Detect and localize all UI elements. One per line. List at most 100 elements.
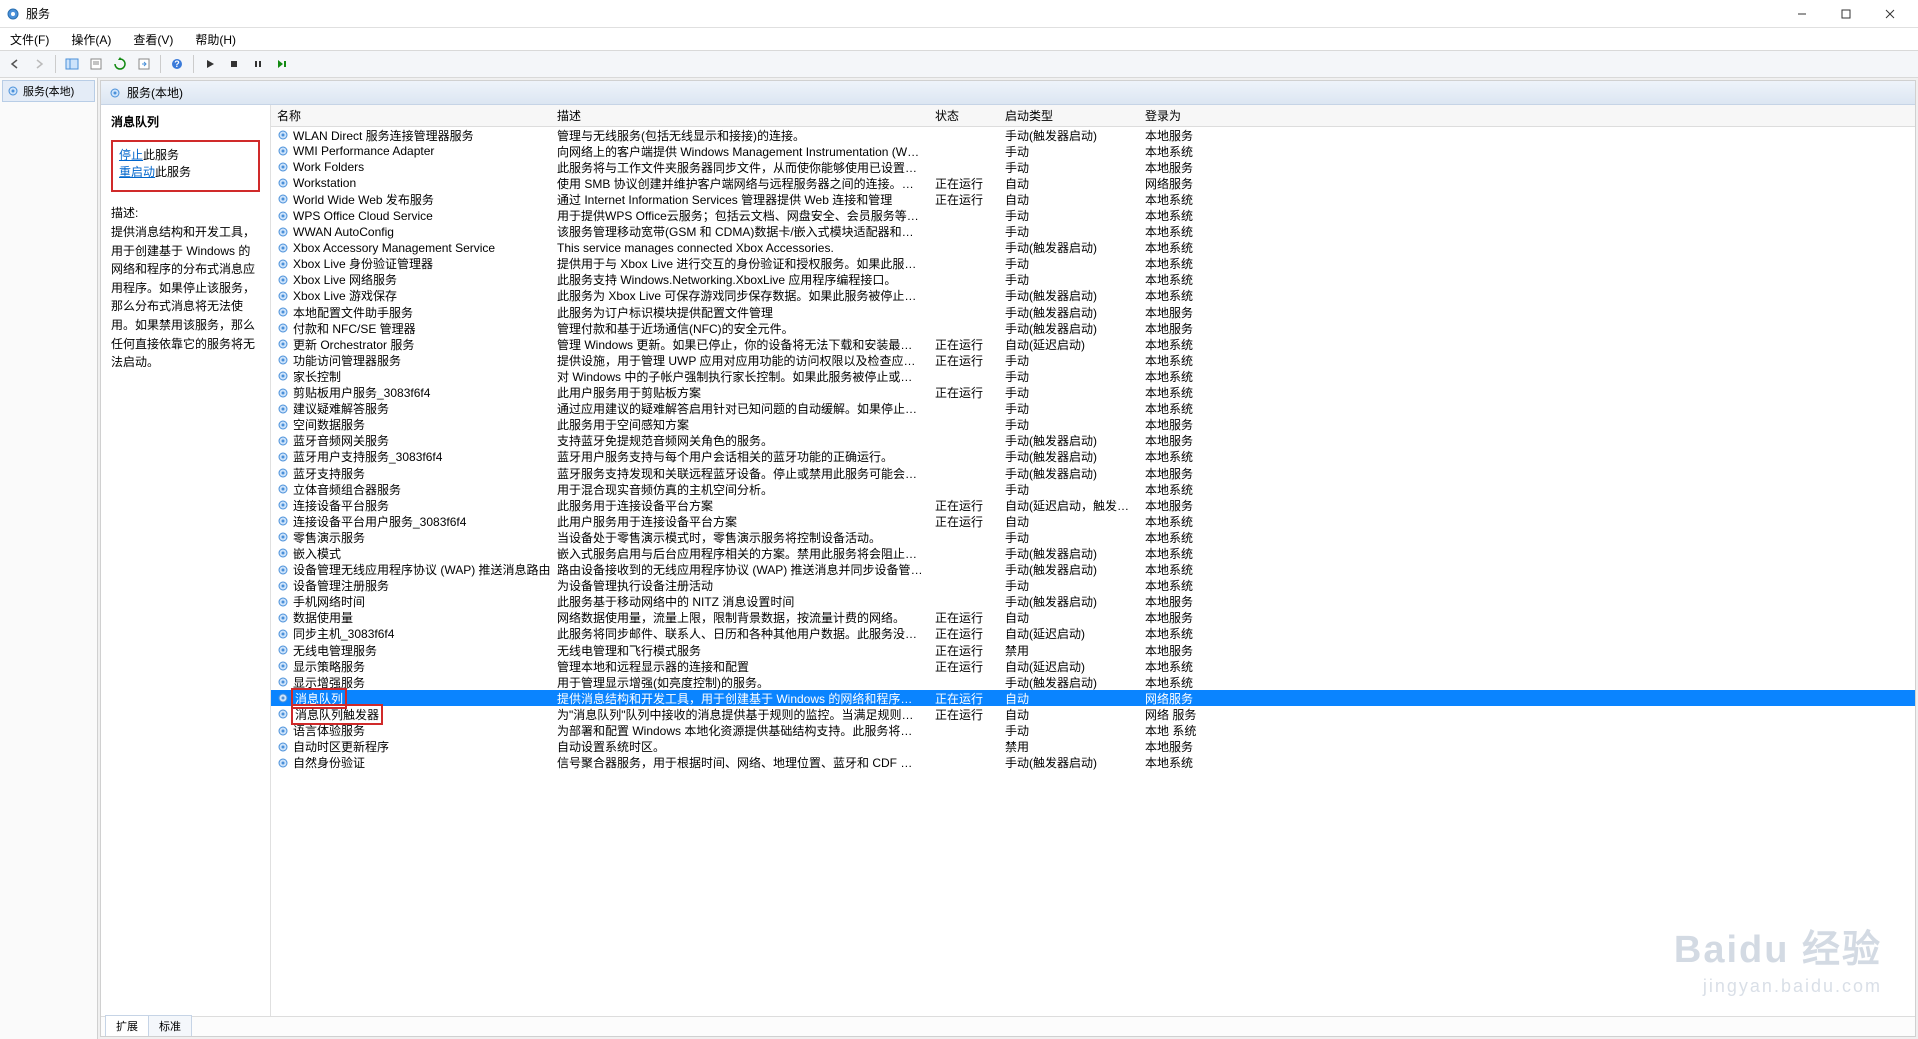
gear-icon (277, 612, 289, 624)
service-logon-as: 本地系统 (1139, 658, 1259, 675)
service-row[interactable]: WLAN Direct 服务连接管理器服务管理与无线服务(包括无线显示和接接)的… (271, 127, 1915, 143)
col-header-logon-as[interactable]: 登录为 (1139, 107, 1259, 124)
action-highlight-box: 停止此服务 重启动此服务 (111, 140, 260, 192)
service-row[interactable]: Xbox Live 游戏保存此服务为 Xbox Live 可保存游戏同步保存数据… (271, 288, 1915, 304)
service-description: 网络数据使用量，流量上限，限制背景数据，按流量计费的网络。 (551, 609, 929, 626)
service-row[interactable]: 手机网络时间此服务基于移动网络中的 NITZ 消息设置时间手动(触发器启动)本地… (271, 594, 1915, 610)
service-row[interactable]: Xbox Accessory Management ServiceThis se… (271, 240, 1915, 256)
service-row[interactable]: 连接设备平台服务此服务用于连接设备平台方案正在运行自动(延迟启动，触发器启动)本… (271, 497, 1915, 513)
service-status: 正在运行 (929, 690, 999, 707)
menu-file[interactable]: 文件(F) (6, 29, 53, 50)
service-row[interactable]: 零售演示服务当设备处于零售演示模式时，零售演示服务将控制设备活动。手动本地系统 (271, 529, 1915, 545)
service-description: 管理付款和基于近场通信(NFC)的安全元件。 (551, 320, 929, 337)
gear-icon (277, 354, 289, 366)
properties-button[interactable] (85, 53, 107, 75)
stop-service-link[interactable]: 停止 (119, 148, 143, 162)
service-row[interactable]: 剪贴板用户服务_3083f6f4此用户服务用于剪贴板方案正在运行手动本地系统 (271, 385, 1915, 401)
gear-icon (277, 338, 289, 350)
pause-service-button[interactable] (247, 53, 269, 75)
back-button[interactable] (4, 53, 26, 75)
service-row[interactable]: 设备管理注册服务为设备管理执行设备注册活动手动本地系统 (271, 578, 1915, 594)
restart-service-button[interactable] (271, 53, 293, 75)
menu-view[interactable]: 查看(V) (129, 29, 177, 50)
col-header-description[interactable]: 描述 (551, 107, 929, 124)
service-logon-as: 本地服务 (1139, 593, 1259, 610)
service-description: 蓝牙用户服务支持与每个用户会话相关的蓝牙功能的正确运行。 (551, 448, 929, 465)
service-row[interactable]: World Wide Web 发布服务通过 Internet Informati… (271, 191, 1915, 207)
service-startup-type: 手动(触发器启动) (999, 545, 1139, 562)
restart-service-link[interactable]: 重启动 (119, 165, 155, 179)
service-row[interactable]: Workstation使用 SMB 协议创建并维护客户端网络与远程服务器之间的连… (271, 175, 1915, 191)
service-startup-type: 手动 (999, 577, 1139, 594)
col-header-name[interactable]: 名称 (271, 107, 551, 124)
col-header-status[interactable]: 状态 (929, 107, 999, 124)
service-list[interactable]: 名称 描述 状态 启动类型 登录为 WLAN Direct 服务连接管理器服务管… (271, 105, 1915, 1016)
service-startup-type: 自动 (999, 609, 1139, 626)
service-row[interactable]: 付款和 NFC/SE 管理器管理付款和基于近场通信(NFC)的安全元件。手动(触… (271, 320, 1915, 336)
service-row[interactable]: 消息队列触发器为"消息队列"队列中接收的消息提供基于规则的监控。当满足规则条件时… (271, 706, 1915, 722)
service-logon-as: 本地系统 (1139, 561, 1259, 578)
service-row[interactable]: 蓝牙用户支持服务_3083f6f4蓝牙用户服务支持与每个用户会话相关的蓝牙功能的… (271, 449, 1915, 465)
help-button[interactable]: ? (166, 53, 188, 75)
service-logon-as: 本地系统 (1139, 368, 1259, 385)
service-row[interactable]: Work Folders此服务将与工作文件夹服务器同步文件，从而使你能够使用已设… (271, 159, 1915, 175)
service-row[interactable]: 自然身份验证信号聚合器服务，用于根据时间、网络、地理位置、蓝牙和 CDF 因素评… (271, 755, 1915, 771)
service-row[interactable]: 语言体验服务为部署和配置 Windows 本地化资源提供基础结构支持。此服务将按… (271, 722, 1915, 738)
service-row[interactable]: 蓝牙支持服务蓝牙服务支持发现和关联远程蓝牙设备。停止或禁用此服务可能会导致已安装… (271, 465, 1915, 481)
column-headers: 名称 描述 状态 启动类型 登录为 (271, 105, 1915, 127)
service-row[interactable]: 无线电管理服务无线电管理和飞行模式服务正在运行禁用本地服务 (271, 642, 1915, 658)
gear-icon (277, 193, 289, 205)
service-logon-as: 本地服务 (1139, 304, 1259, 321)
service-startup-type: 自动 (999, 706, 1139, 723)
service-row[interactable]: 建议疑难解答服务通过应用建议的疑难解答启用针对已知问题的自动缓解。如果停止，你的… (271, 401, 1915, 417)
refresh-button[interactable] (109, 53, 131, 75)
service-row[interactable]: 连接设备平台用户服务_3083f6f4此用户服务用于连接设备平台方案正在运行自动… (271, 513, 1915, 529)
gear-icon (277, 210, 289, 222)
service-row[interactable]: Xbox Live 身份验证管理器提供用于与 Xbox Live 进行交互的身份… (271, 256, 1915, 272)
gear-icon (277, 580, 289, 592)
minimize-button[interactable] (1780, 1, 1824, 27)
service-name: 语言体验服务 (293, 722, 365, 739)
service-logon-as: 本地系统 (1139, 384, 1259, 401)
service-row[interactable]: 自动时区更新程序自动设置系统时区。禁用本地服务 (271, 739, 1915, 755)
service-description: 提供消息结构和开发工具，用于创建基于 Windows 的网络和程序的分布式消息应… (551, 690, 929, 707)
service-row[interactable]: 嵌入模式嵌入式服务启用与后台应用程序相关的方案。禁用此服务将会阻止激活后台应用程… (271, 545, 1915, 561)
service-logon-as: 本地服务 (1139, 738, 1259, 755)
export-button[interactable] (133, 53, 155, 75)
service-row[interactable]: 数据使用量网络数据使用量，流量上限，限制背景数据，按流量计费的网络。正在运行自动… (271, 610, 1915, 626)
tab-extended[interactable]: 扩展 (105, 1015, 149, 1036)
service-row[interactable]: 蓝牙音频网关服务支持蓝牙免提规范音频网关角色的服务。手动(触发器启动)本地服务 (271, 433, 1915, 449)
service-row[interactable]: WPS Office Cloud Service用于提供WPS Office云服… (271, 207, 1915, 223)
start-service-button[interactable] (199, 53, 221, 75)
service-row[interactable]: 家长控制对 Windows 中的子帐户强制执行家长控制。如果此服务被停止或禁用，… (271, 368, 1915, 384)
stop-service-button[interactable] (223, 53, 245, 75)
service-name: 手机网络时间 (293, 593, 365, 610)
maximize-button[interactable] (1824, 1, 1868, 27)
description-text: 提供消息结构和开发工具，用于创建基于 Windows 的网络和程序的分布式消息应… (111, 223, 260, 372)
service-row[interactable]: 功能访问管理器服务提供设施，用于管理 UWP 应用对应用功能的访问权限以及检查应… (271, 352, 1915, 368)
service-startup-type: 手动(触发器启动) (999, 561, 1139, 578)
close-button[interactable] (1868, 1, 1912, 27)
col-header-startup-type[interactable]: 启动类型 (999, 107, 1139, 124)
footer-tabs: 扩展 标准 (101, 1016, 1915, 1036)
service-startup-type: 手动 (999, 384, 1139, 401)
service-row[interactable]: WMI Performance Adapter向网络上的客户端提供 Window… (271, 143, 1915, 159)
service-logon-as: 本地系统 (1139, 529, 1259, 546)
service-row[interactable]: 更新 Orchestrator 服务管理 Windows 更新。如果已停止，你的… (271, 336, 1915, 352)
service-row[interactable]: 显示策略服务管理本地和远程显示器的连接和配置正在运行自动(延迟启动)本地系统 (271, 658, 1915, 674)
service-row[interactable]: 设备管理无线应用程序协议 (WAP) 推送消息路由服务路由设备接收到的无线应用程… (271, 562, 1915, 578)
forward-button[interactable] (28, 53, 50, 75)
service-startup-type: 手动 (999, 255, 1139, 272)
service-row[interactable]: 空间数据服务此服务用于空间感知方案手动本地服务 (271, 417, 1915, 433)
service-row[interactable]: 同步主机_3083f6f4此服务将同步邮件、联系人、日历和各种其他用户数据。此服… (271, 626, 1915, 642)
tree-node-services-local[interactable]: 服务(本地) (2, 80, 95, 102)
service-row[interactable]: 立体音频组合器服务用于混合现实音频仿真的主机空间分析。手动本地系统 (271, 481, 1915, 497)
show-hide-tree-button[interactable] (61, 53, 83, 75)
service-row[interactable]: WWAN AutoConfig该服务管理移动宽带(GSM 和 CDMA)数据卡/… (271, 224, 1915, 240)
service-row[interactable]: 本地配置文件助手服务此服务为订户标识模块提供配置文件管理手动(触发器启动)本地服… (271, 304, 1915, 320)
menu-action[interactable]: 操作(A) (67, 29, 115, 50)
tab-standard[interactable]: 标准 (148, 1015, 192, 1036)
service-startup-type: 手动 (999, 481, 1139, 498)
menu-help[interactable]: 帮助(H) (191, 29, 240, 50)
service-row[interactable]: Xbox Live 网络服务此服务支持 Windows.Networking.X… (271, 272, 1915, 288)
